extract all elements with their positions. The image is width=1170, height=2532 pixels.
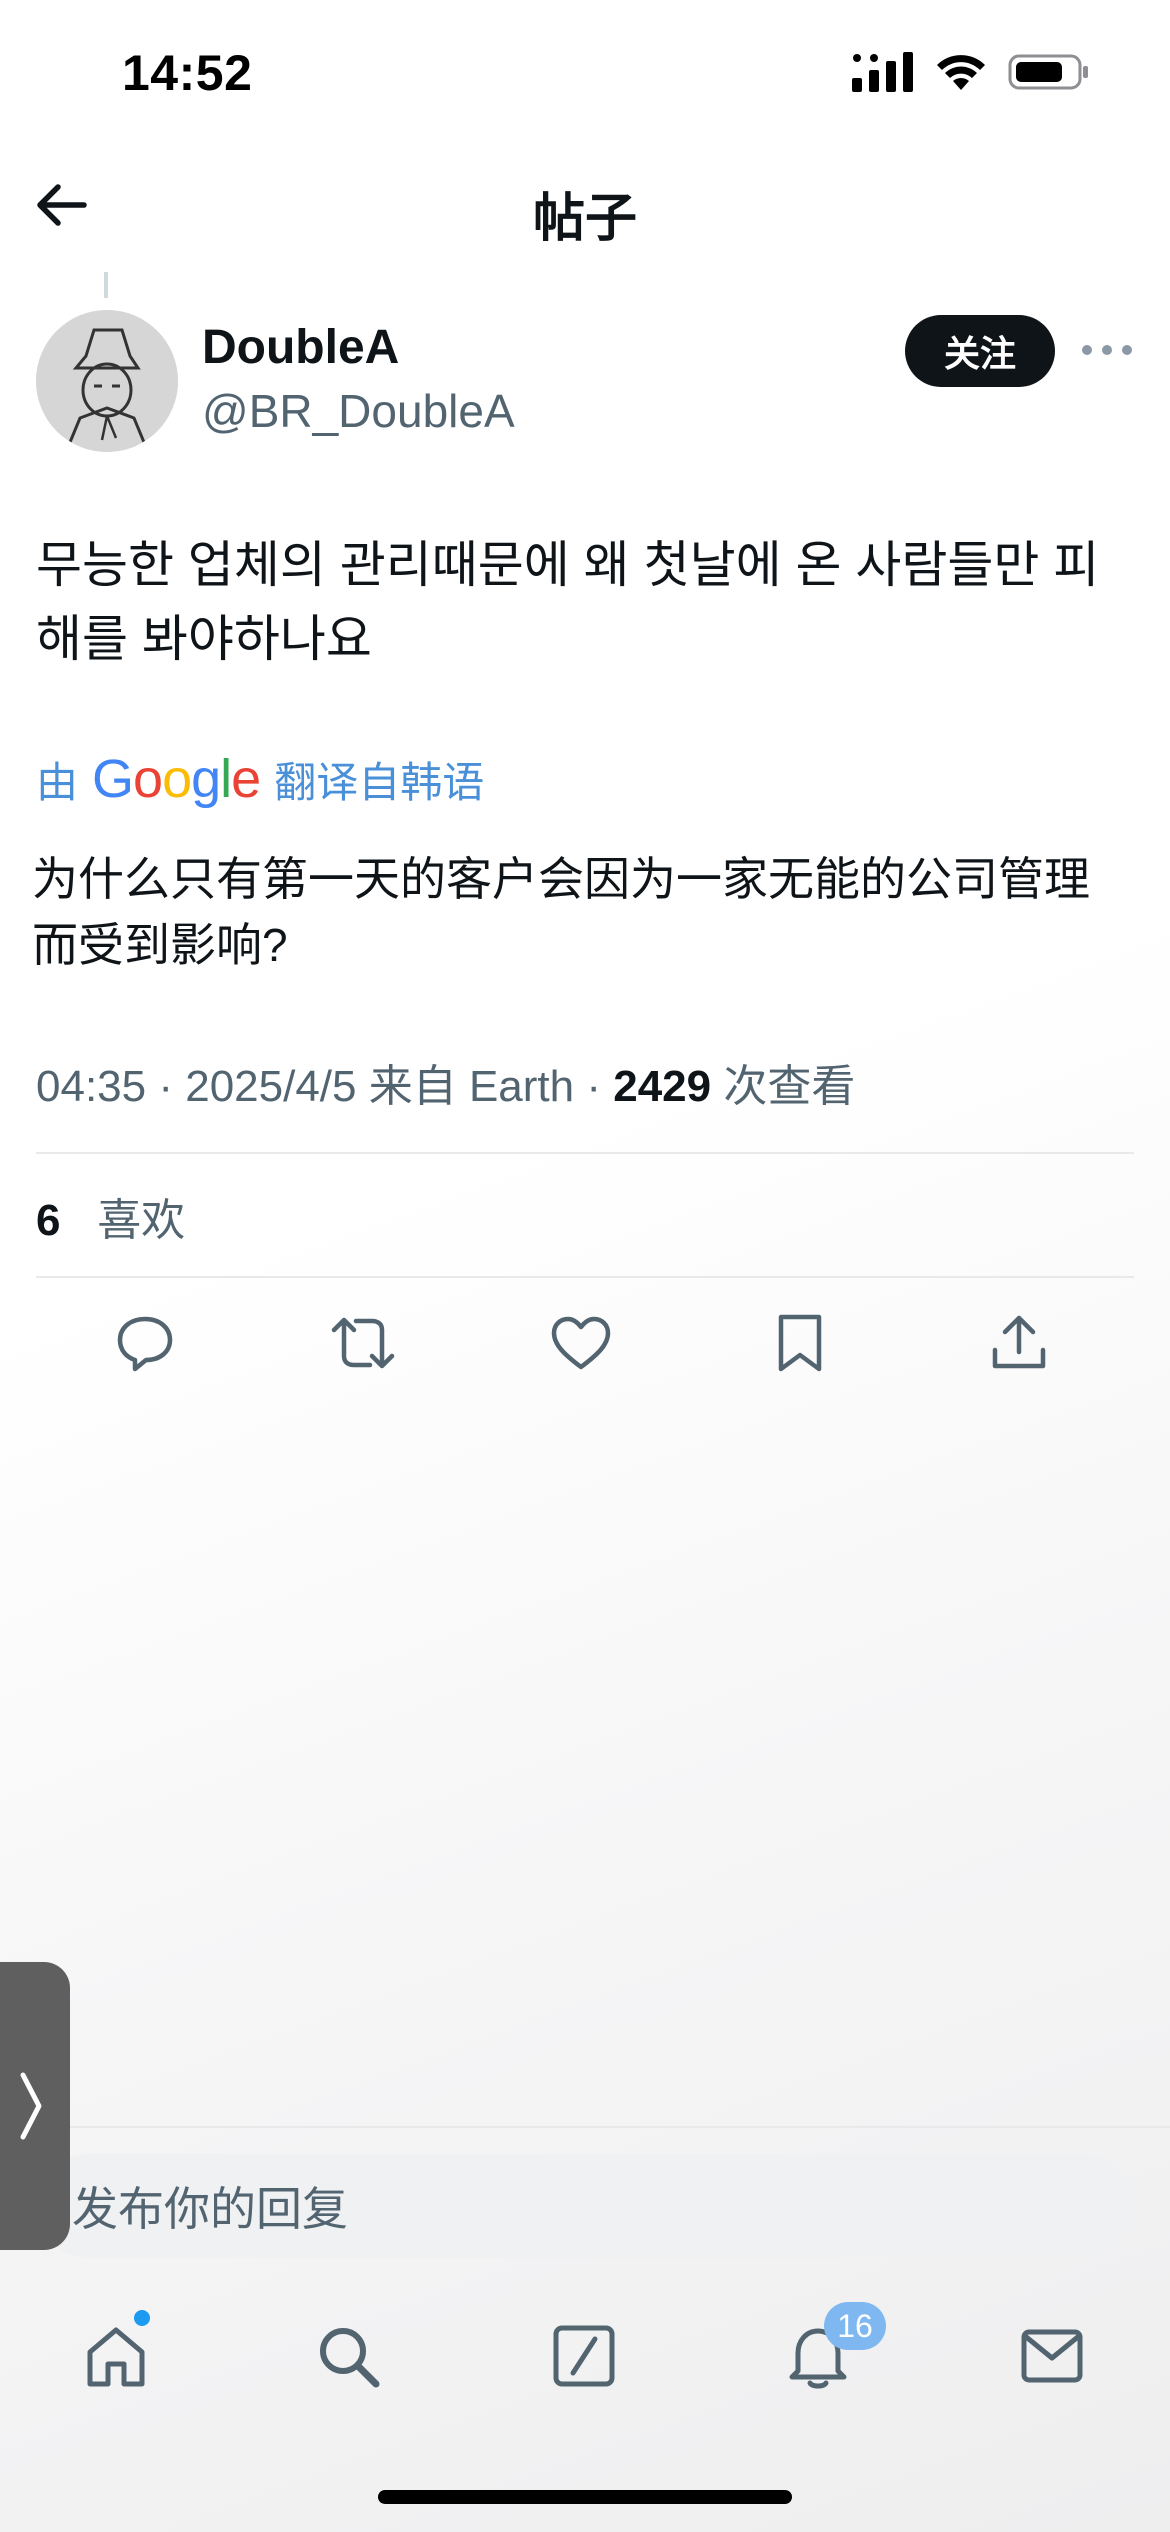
share-button[interactable] bbox=[984, 1308, 1054, 1378]
like-button[interactable] bbox=[546, 1308, 616, 1378]
avatar[interactable] bbox=[36, 310, 178, 452]
author-handle[interactable]: @BR_DoubleA bbox=[202, 384, 515, 438]
translate-prefix: 由 bbox=[36, 758, 79, 806]
reply-icon bbox=[117, 1316, 173, 1372]
translate-suffix: 翻译自韩语 bbox=[274, 758, 485, 806]
wifi-icon bbox=[937, 55, 985, 90]
tab-home[interactable] bbox=[76, 2316, 156, 2396]
reply-input[interactable]: 发布你的回复 bbox=[36, 2154, 1134, 2258]
likes-space bbox=[73, 1196, 85, 1245]
repost-icon bbox=[331, 1317, 395, 1369]
thread-line bbox=[104, 272, 108, 298]
more-icon-dot bbox=[1122, 345, 1132, 355]
meta-space bbox=[357, 1062, 369, 1112]
google-logo: Google bbox=[92, 749, 261, 809]
bookmark-button[interactable] bbox=[765, 1308, 835, 1378]
reply-button[interactable] bbox=[110, 1308, 180, 1378]
views-label: 次查看 bbox=[723, 1062, 856, 1111]
more-options-button[interactable] bbox=[1082, 330, 1132, 370]
notification-badge: 16 bbox=[824, 2302, 886, 2350]
status-time: 14:52 bbox=[122, 45, 253, 101]
meta-separator: · bbox=[146, 1062, 186, 1111]
like-icon bbox=[551, 1316, 611, 1370]
tab-messages[interactable] bbox=[1012, 2316, 1092, 2396]
bookmark-icon bbox=[778, 1314, 822, 1372]
share-icon bbox=[992, 1315, 1046, 1369]
meta-separator: · bbox=[574, 1062, 614, 1111]
home-icon bbox=[87, 2327, 145, 2387]
reply-separator bbox=[0, 2126, 1170, 2128]
tab-search[interactable] bbox=[308, 2316, 388, 2396]
side-panel-handle[interactable] bbox=[0, 1962, 70, 2250]
more-icon-dot bbox=[1082, 345, 1092, 355]
search-icon bbox=[320, 2328, 380, 2388]
divider bbox=[36, 1152, 1134, 1154]
follow-button[interactable]: 关注 bbox=[905, 315, 1055, 387]
page-title: 帖子 bbox=[532, 190, 637, 248]
avatar-image bbox=[36, 310, 178, 452]
meta-space bbox=[711, 1062, 723, 1112]
messages-icon bbox=[1021, 2329, 1083, 2383]
divider bbox=[36, 1276, 1134, 1278]
compose-icon bbox=[553, 2325, 615, 2387]
author-display-name[interactable]: DoubleA bbox=[202, 320, 399, 375]
status-icons bbox=[852, 52, 1090, 92]
translation-attribution[interactable]: 由 Google 翻译自韩语 bbox=[36, 748, 484, 810]
more-icon-dot bbox=[1102, 345, 1112, 355]
tab-compose[interactable] bbox=[544, 2316, 624, 2396]
home-indicator[interactable] bbox=[378, 2490, 792, 2504]
battery-icon bbox=[1008, 54, 1088, 90]
post-text: 무능한 업체의 관리때문에 왜 첫날에 온 사람들만 피해를 봐야하나요 bbox=[36, 537, 1100, 667]
views-count[interactable]: 2429 bbox=[613, 1062, 711, 1112]
home-unread-dot bbox=[134, 2310, 150, 2326]
likes-count: 6 bbox=[36, 1196, 61, 1245]
repost-button[interactable] bbox=[328, 1308, 398, 1378]
post-source: 来自 Earth bbox=[368, 1062, 575, 1111]
likes-row[interactable]: 6 喜欢 bbox=[36, 1184, 185, 1248]
post-time: 04:35 bbox=[36, 1062, 147, 1111]
likes-label: 喜欢 bbox=[97, 1196, 186, 1245]
cellular-signal-icon bbox=[852, 52, 913, 92]
post-meta: 04:35 · 2025/4/5 来自 Earth · 2429 次查看 bbox=[36, 1050, 855, 1114]
post-date: 2025/4/5 bbox=[185, 1062, 357, 1111]
chevron-right-icon bbox=[20, 2072, 42, 2140]
translated-text: 为什么只有第一天的客户会因为一家无能的公司管理而受到影响? bbox=[32, 853, 1090, 971]
